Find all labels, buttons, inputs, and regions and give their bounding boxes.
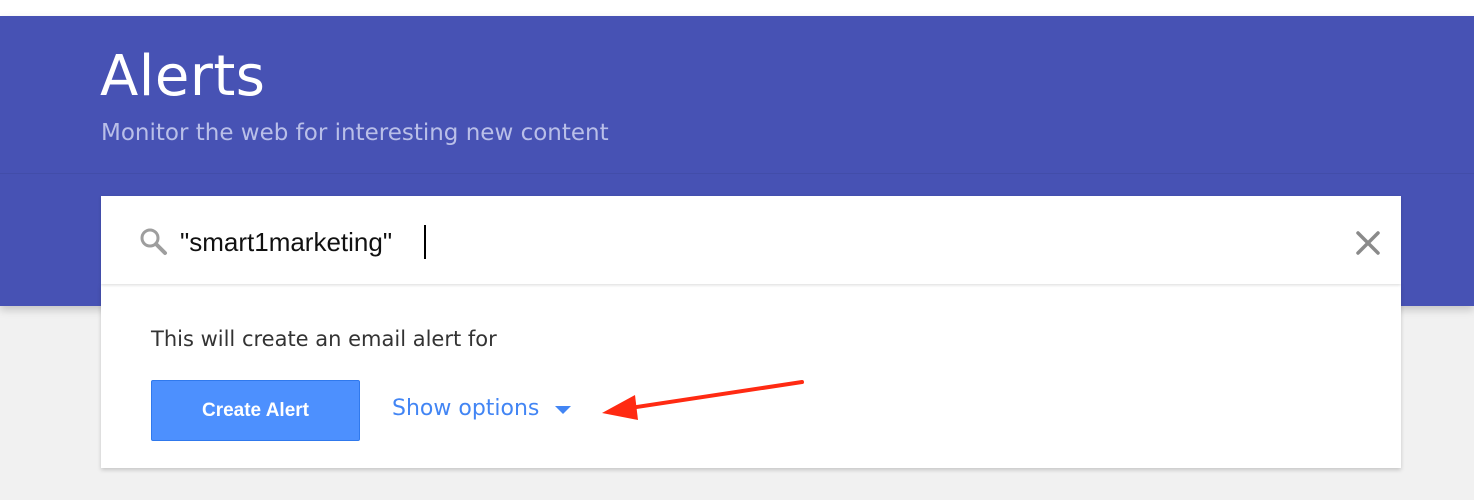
header-divider	[0, 173, 1474, 174]
caret-down-icon	[555, 405, 572, 414]
page-title: Alerts	[100, 44, 266, 109]
show-options-link[interactable]: Show options	[392, 396, 572, 421]
search-icon	[140, 228, 167, 255]
close-icon[interactable]	[1353, 228, 1383, 258]
annotation-arrow-icon	[602, 380, 804, 420]
redacted-area	[506, 318, 898, 360]
text-caret	[424, 225, 426, 259]
create-alert-button[interactable]: Create Alert	[151, 380, 360, 441]
alert-preview-text: This will create an email alert for	[151, 327, 497, 351]
top-strip	[0, 0, 1474, 16]
search-input[interactable]	[180, 220, 1330, 264]
show-options-label: Show options	[392, 396, 540, 421]
page-subtitle: Monitor the web for interesting new cont…	[101, 120, 609, 146]
